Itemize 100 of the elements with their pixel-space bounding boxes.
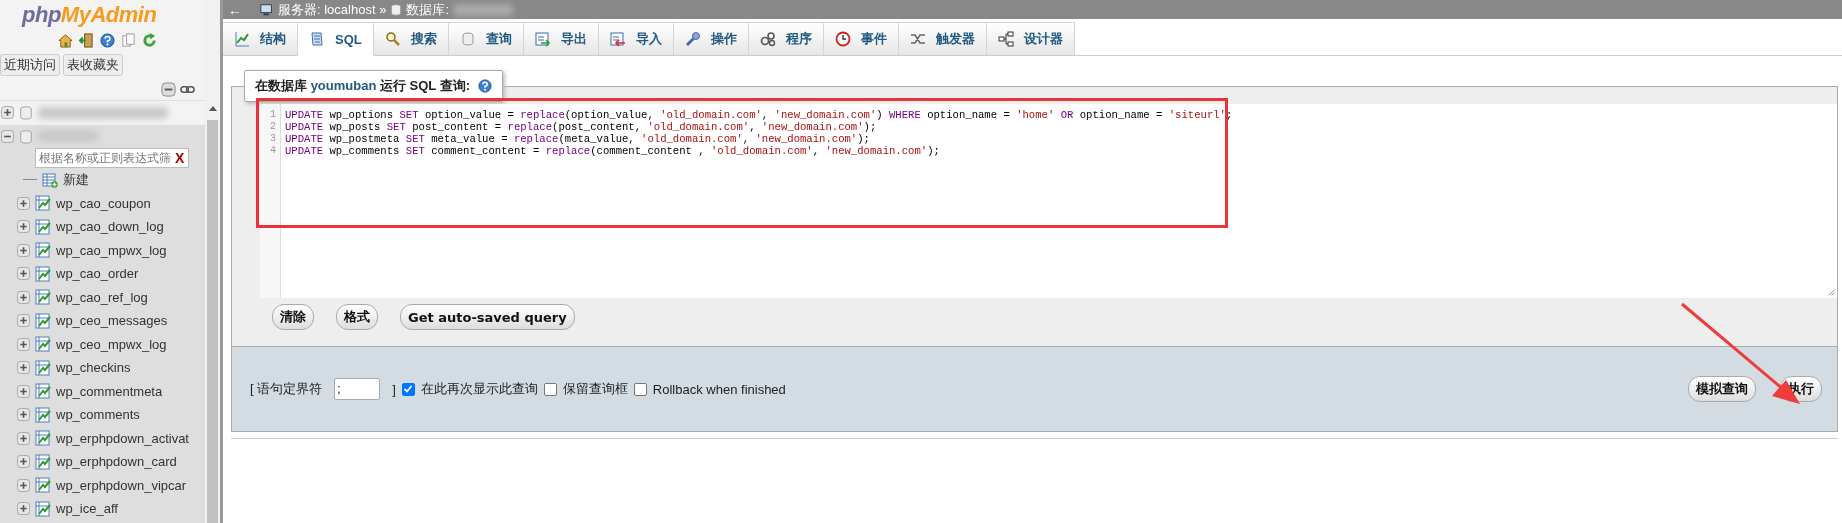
blurred-name	[453, 3, 513, 16]
reload-icon[interactable]	[142, 33, 157, 48]
tab[interactable]: 结构	[223, 22, 298, 55]
table-icon[interactable]	[35, 406, 51, 423]
expand-icon[interactable]	[17, 384, 30, 398]
table-link[interactable]: wp_cao_mpwx_log	[56, 242, 167, 258]
expand-icon[interactable]	[17, 455, 30, 469]
database-link[interactable]: 数据库:	[406, 0, 449, 19]
sidebar-tab[interactable]: 表收藏夹	[63, 54, 123, 76]
new-table-icon[interactable]	[42, 171, 58, 188]
clear-button[interactable]: X	[175, 150, 185, 166]
expand-icon[interactable]	[17, 314, 30, 328]
new-table-link[interactable]: 新建	[63, 170, 89, 189]
gears-icon	[759, 31, 776, 47]
table-icon[interactable]	[35, 500, 51, 517]
table-link[interactable]: wp_cao_down_log	[56, 219, 164, 235]
sidebar-tab[interactable]: 近期访问	[0, 54, 60, 76]
table-link[interactable]: wp_comments	[56, 407, 140, 423]
expand-icon[interactable]	[17, 220, 30, 234]
table-icon[interactable]	[35, 430, 51, 447]
database-icon	[390, 3, 403, 16]
checkbox-label: 保留查询框	[562, 380, 628, 398]
line-number: 1	[269, 109, 277, 121]
expand-icon[interactable]	[17, 196, 30, 210]
tab[interactable]: 触发器	[898, 22, 987, 55]
button[interactable]: 格式	[336, 304, 378, 330]
checkbox[interactable]	[401, 382, 415, 396]
table-link[interactable]: wp_checkins	[56, 360, 131, 376]
button[interactable]: Get auto-saved query	[400, 304, 575, 330]
table-icon[interactable]	[35, 477, 51, 494]
logo[interactable]: phpMyAdmin	[22, 1, 157, 29]
tab[interactable]: 设计器	[986, 22, 1075, 55]
table-icon[interactable]	[35, 218, 51, 235]
table-link[interactable]: wp_erphpdown_vipcar	[56, 477, 187, 493]
tab[interactable]: 查询	[448, 22, 524, 55]
expand-icon[interactable]	[17, 337, 30, 351]
button[interactable]: 模拟查询	[1688, 376, 1756, 402]
table-icon[interactable]	[35, 336, 51, 353]
help-icon[interactable]	[478, 79, 492, 93]
cylinder-icon	[459, 31, 476, 47]
tab[interactable]: 导出	[523, 22, 599, 55]
wrench-icon	[684, 31, 701, 47]
checkbox[interactable]	[633, 382, 647, 396]
tab[interactable]: 搜索	[373, 22, 449, 55]
expand-icon[interactable]	[17, 243, 30, 257]
table-icon[interactable]	[35, 453, 51, 470]
resize-grip-icon[interactable]	[1826, 287, 1835, 296]
table-icon[interactable]	[35, 242, 51, 259]
document-icon	[309, 31, 325, 47]
back-arrow[interactable]: ←	[228, 1, 242, 18]
tab[interactable]: 导入	[598, 22, 674, 55]
expand-icon[interactable]	[17, 408, 30, 422]
delimiter-label: [ 语句定界符	[250, 380, 323, 398]
delimiter-field[interactable]: ;	[334, 378, 381, 400]
import-icon	[609, 31, 626, 47]
table-link[interactable]: wp_ceo_mpwx_log	[56, 336, 167, 352]
expand-icon[interactable]	[17, 267, 30, 281]
database-link[interactable]: youmuban	[310, 78, 377, 93]
table-icon[interactable]	[35, 383, 51, 400]
scroll-up-arrow-icon[interactable]	[209, 106, 217, 111]
expand-icon[interactable]	[17, 502, 30, 516]
tab[interactable]: 操作	[673, 22, 749, 55]
table-icon[interactable]	[35, 359, 51, 376]
table-link[interactable]: wp_cao_coupon	[56, 195, 151, 211]
code-line: UPDATE wp_postmeta SET meta_value = replace(meta_value, 'old_domain.com', 'new_domain.com');	[285, 133, 871, 145]
line-number: 4	[269, 145, 277, 157]
home-icon[interactable]	[58, 33, 73, 48]
table-link[interactable]: wp_erphpdown_card	[56, 454, 177, 470]
collapse-icon[interactable]	[161, 82, 176, 97]
expand-icon[interactable]	[17, 478, 30, 492]
expand-icon[interactable]	[17, 290, 30, 304]
table-icon[interactable]	[35, 265, 51, 282]
table-link[interactable]: wp_cao_ref_log	[56, 289, 148, 305]
button[interactable]: 清除	[272, 304, 314, 330]
table-link[interactable]: wp_cao_order	[56, 266, 139, 282]
server-link[interactable]: 服务器: localhost »	[278, 0, 387, 19]
tab[interactable]: SQL	[298, 22, 374, 56]
documents-icon[interactable]	[121, 33, 136, 48]
server-icon	[260, 2, 274, 17]
chart-icon	[234, 31, 250, 47]
collapse-icon[interactable]	[1, 129, 14, 143]
checkbox[interactable]	[543, 382, 557, 396]
table-icon[interactable]	[35, 195, 51, 212]
expand-icon[interactable]	[17, 361, 30, 375]
table-icon[interactable]	[35, 312, 51, 329]
help-icon[interactable]	[100, 33, 115, 48]
filter-field[interactable]: 根据名称或正则表达式筛 X	[35, 148, 189, 168]
table-icon[interactable]	[35, 289, 51, 306]
tab[interactable]: 程序	[748, 22, 824, 55]
table-link[interactable]: wp_commentmeta	[56, 383, 163, 399]
expand-icon[interactable]	[1, 106, 14, 120]
table-link[interactable]: wp_ice_aff	[56, 501, 118, 517]
expand-icon[interactable]	[17, 431, 30, 445]
database-icon	[19, 128, 33, 144]
table-link[interactable]: wp_ceo_messages	[56, 313, 168, 329]
door-icon[interactable]	[79, 33, 94, 48]
search-icon	[384, 31, 401, 47]
scrollbar-thumb[interactable]	[207, 120, 218, 523]
tab[interactable]: 事件	[823, 22, 899, 55]
table-link[interactable]: wp_erphpdown_activat	[56, 430, 189, 446]
